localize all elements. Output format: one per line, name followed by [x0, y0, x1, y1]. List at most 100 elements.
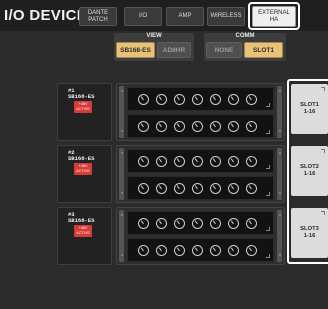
- comm-label: COMM: [235, 33, 255, 39]
- gain-knob-icon[interactable]: [210, 121, 221, 132]
- view-sb168-es-button[interactable]: SB168-ES: [116, 42, 155, 58]
- device-label-2[interactable]: #2 SB168-ES +48V ACTIVE: [57, 145, 112, 203]
- gain-knob-icon[interactable]: [138, 121, 149, 132]
- device-rack-panel-3[interactable]: [116, 207, 285, 265]
- gain-knob-icon[interactable]: [138, 156, 149, 167]
- expand-corner-icon: [266, 254, 270, 258]
- gain-knob-icon[interactable]: [210, 245, 221, 256]
- badge-line: ACTIVE: [76, 231, 90, 235]
- rack-ear: [277, 148, 282, 200]
- tab-io[interactable]: I/O: [124, 7, 162, 26]
- gain-knob-icon[interactable]: [246, 156, 257, 167]
- gain-knob-icon[interactable]: [192, 121, 203, 132]
- expand-corner-icon: [266, 130, 270, 134]
- phantom-power-badge: +48V ACTIVE: [74, 163, 92, 175]
- expand-corner-icon: [321, 149, 325, 153]
- gain-knob-icon[interactable]: [138, 94, 149, 105]
- view-label: VIEW: [146, 33, 162, 39]
- gain-knob-icon[interactable]: [210, 218, 221, 229]
- gain-knob-icon[interactable]: [156, 121, 167, 132]
- expand-corner-icon: [266, 227, 270, 231]
- slot-label: SLOT2: [300, 164, 319, 170]
- rack-unit[interactable]: [127, 87, 274, 111]
- gain-knob-icon[interactable]: [228, 121, 239, 132]
- gain-knob-icon[interactable]: [192, 245, 203, 256]
- expand-corner-icon: [266, 192, 270, 196]
- gain-knob-icon[interactable]: [228, 245, 239, 256]
- phantom-power-badge: +48V ACTIVE: [74, 225, 92, 237]
- gain-knob-icon[interactable]: [192, 183, 203, 194]
- gain-knob-icon[interactable]: [156, 218, 167, 229]
- badge-line: ACTIVE: [76, 169, 90, 173]
- device-label-1[interactable]: #1 SB168-ES +48V ACTIVE: [57, 83, 112, 141]
- gain-knob-icon[interactable]: [228, 156, 239, 167]
- gain-knob-icon[interactable]: [174, 94, 185, 105]
- rack-ear: [119, 210, 124, 262]
- device-label-3[interactable]: #3 SB168-ES +48V ACTIVE: [57, 207, 112, 265]
- gain-knob-icon[interactable]: [246, 218, 257, 229]
- gain-knob-icon[interactable]: [246, 94, 257, 105]
- gain-knob-icon[interactable]: [156, 156, 167, 167]
- gain-knob-icon[interactable]: [156, 94, 167, 105]
- rack-unit[interactable]: [127, 114, 274, 138]
- rack-unit[interactable]: [127, 211, 274, 235]
- gain-knob-icon[interactable]: [246, 183, 257, 194]
- gain-knob-icon[interactable]: [192, 94, 203, 105]
- rack-ear: [277, 210, 282, 262]
- gain-knob-icon[interactable]: [156, 245, 167, 256]
- gain-knob-icon[interactable]: [210, 156, 221, 167]
- device-rack-panel-2[interactable]: [116, 145, 285, 203]
- comm-none-button[interactable]: NONE: [206, 42, 242, 58]
- gain-knob-icon[interactable]: [138, 183, 149, 194]
- gain-knob-icon[interactable]: [192, 218, 203, 229]
- slot1-button[interactable]: SLOT1 1-16: [291, 84, 328, 134]
- tab-label: WIRELESS: [210, 13, 242, 19]
- expand-corner-icon: [266, 165, 270, 169]
- button-label: SB168-ES: [120, 46, 151, 54]
- expand-corner-icon: [266, 103, 270, 107]
- gain-knob-icon[interactable]: [174, 121, 185, 132]
- tab-label: PATCH: [88, 16, 108, 23]
- slot2-button[interactable]: SLOT2 1-16: [291, 146, 328, 196]
- slot-label: SLOT3: [300, 226, 319, 232]
- expand-corner-icon: [321, 87, 325, 91]
- button-label: NONE: [214, 46, 234, 54]
- gain-knob-icon[interactable]: [228, 218, 239, 229]
- highlight-frame-tab: [248, 2, 300, 30]
- device-model: SB168-ES: [68, 93, 95, 100]
- slot3-button[interactable]: SLOT3 1-16: [291, 208, 328, 258]
- gain-knob-icon[interactable]: [156, 183, 167, 194]
- tab-label: DANTE: [87, 9, 109, 16]
- tab-dante-patch[interactable]: DANTE PATCH: [79, 7, 117, 26]
- expand-corner-icon: [321, 211, 325, 215]
- gain-knob-icon[interactable]: [174, 218, 185, 229]
- gain-knob-icon[interactable]: [228, 94, 239, 105]
- page-title: I/O DEVICE: [4, 7, 88, 24]
- slot-range: 1-16: [303, 171, 316, 177]
- gain-knob-icon[interactable]: [210, 94, 221, 105]
- rack-unit[interactable]: [127, 238, 274, 262]
- tab-wireless[interactable]: WIRELESS: [207, 7, 245, 26]
- gain-knob-icon[interactable]: [138, 218, 149, 229]
- rack-unit[interactable]: [127, 149, 274, 173]
- phantom-power-badge: +48V ACTIVE: [74, 101, 92, 113]
- gain-knob-icon[interactable]: [174, 156, 185, 167]
- slot-range: 1-16: [303, 109, 316, 115]
- tab-amp[interactable]: AMP: [166, 7, 204, 26]
- device-rack-panel-1[interactable]: [116, 83, 285, 141]
- slot-label: SLOT1: [300, 102, 319, 108]
- gain-knob-icon[interactable]: [138, 245, 149, 256]
- badge-line: ACTIVE: [76, 107, 90, 111]
- comm-slot1-button[interactable]: SLOT1: [244, 42, 283, 58]
- gain-knob-icon[interactable]: [192, 156, 203, 167]
- view-ad8hr-button[interactable]: AD8HR: [157, 42, 191, 58]
- gain-knob-icon[interactable]: [246, 245, 257, 256]
- gain-knob-icon[interactable]: [246, 121, 257, 132]
- gain-knob-icon[interactable]: [174, 245, 185, 256]
- gain-knob-icon[interactable]: [174, 183, 185, 194]
- gain-knob-icon[interactable]: [210, 183, 221, 194]
- device-model: SB168-ES: [68, 155, 95, 162]
- rack-ear: [119, 148, 124, 200]
- gain-knob-icon[interactable]: [228, 183, 239, 194]
- rack-unit[interactable]: [127, 176, 274, 200]
